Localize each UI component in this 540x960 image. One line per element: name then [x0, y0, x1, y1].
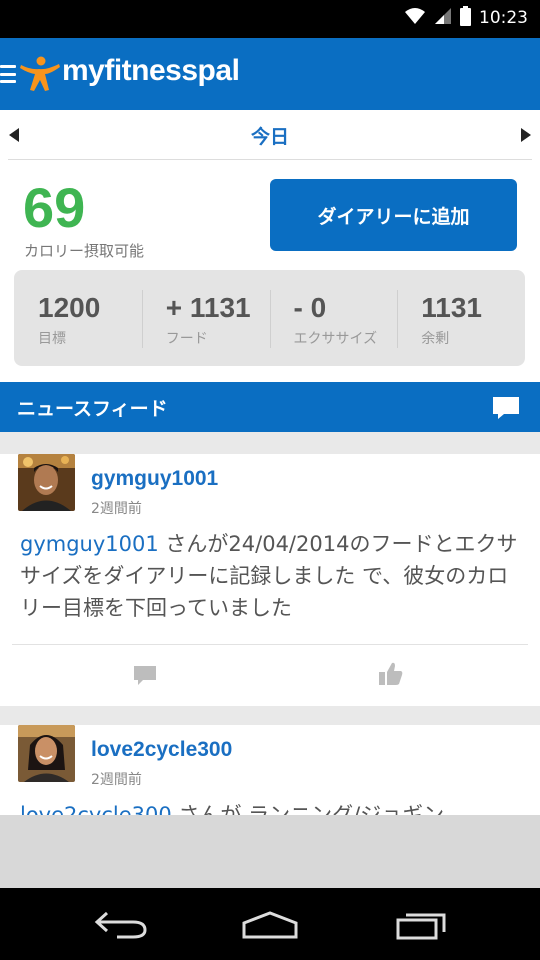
wifi-icon [404, 7, 426, 29]
newsfeed-header: ニュースフィード [0, 382, 540, 432]
timestamp: 2週間前 [91, 501, 142, 517]
app-title: myfitnesspal [62, 54, 240, 87]
home-icon[interactable] [241, 910, 299, 944]
empty-area [0, 815, 540, 888]
net-label: 余剰 [421, 331, 450, 347]
post-username-link[interactable]: love2cycle300 [20, 803, 172, 815]
exercise-label: エクササイズ [293, 331, 378, 347]
net-item: 1131 余剰 [397, 270, 525, 366]
newsfeed-title: ニュースフィード [17, 398, 168, 420]
timestamp: 2週間前 [91, 772, 142, 788]
battery-icon [460, 6, 471, 30]
food-item: + 1131 フード [141, 270, 270, 366]
exercise-value: - 0 [293, 292, 327, 323]
comment-icon[interactable] [133, 665, 157, 691]
net-value: 1131 [421, 292, 482, 323]
status-bar: 10:23 [0, 0, 540, 38]
system-navigation-bar [0, 888, 540, 960]
goal-value: 1200 [38, 292, 101, 323]
day-label[interactable]: 今日 [0, 122, 540, 149]
food-label: フード [165, 331, 208, 347]
app-bar: myfitnesspal [0, 38, 540, 110]
post-body: さんが ランニング/ジョギン [171, 803, 445, 815]
divider [12, 644, 528, 645]
calorie-equation[interactable]: 1200 目標 + 1131 フード - 0 エクササイズ 1131 余剰 [14, 270, 525, 366]
username-link[interactable]: gymguy1001 [91, 467, 218, 491]
signal-icon [434, 7, 452, 29]
calories-label: カロリー摂取可能 [24, 242, 145, 260]
feed-item[interactable]: gymguy1001 2週間前 gymguy1001 さんが24/04/2014… [0, 454, 540, 706]
day-navigation: 今日 [0, 110, 540, 160]
menu-icon[interactable] [0, 65, 16, 83]
avatar[interactable] [18, 725, 75, 782]
post-text: love2cycle300 さんが ランニング/ジョギン [20, 799, 520, 815]
avatar[interactable] [18, 454, 75, 511]
recent-apps-icon[interactable] [396, 910, 450, 944]
calorie-summary: 69 カロリー摂取可能 ダイアリーに追加 1200 目標 + 1131 フード … [0, 160, 540, 382]
post-text: gymguy1001 さんが24/04/2014のフードとエクササイズをダイアリ… [20, 528, 520, 624]
like-icon[interactable] [378, 661, 404, 691]
food-value: + 1131 [165, 292, 251, 323]
calories-remaining: 69 [23, 176, 86, 239]
add-to-diary-button[interactable]: ダイアリーに追加 [270, 179, 517, 251]
exercise-item: - 0 エクササイズ [269, 270, 398, 366]
status-update-icon[interactable] [492, 396, 520, 424]
clock: 10:23 [479, 8, 528, 28]
back-icon[interactable] [93, 910, 149, 944]
goal-label: 目標 [38, 331, 66, 347]
goal-item: 1200 目標 [14, 270, 142, 366]
post-username-link[interactable]: gymguy1001 [20, 532, 159, 556]
logo-icon [19, 56, 61, 96]
username-link[interactable]: love2cycle300 [91, 738, 232, 762]
feed-item[interactable]: love2cycle300 2週間前 love2cycle300 さんが ランニ… [0, 725, 540, 815]
next-day-arrow-icon[interactable] [521, 128, 531, 142]
